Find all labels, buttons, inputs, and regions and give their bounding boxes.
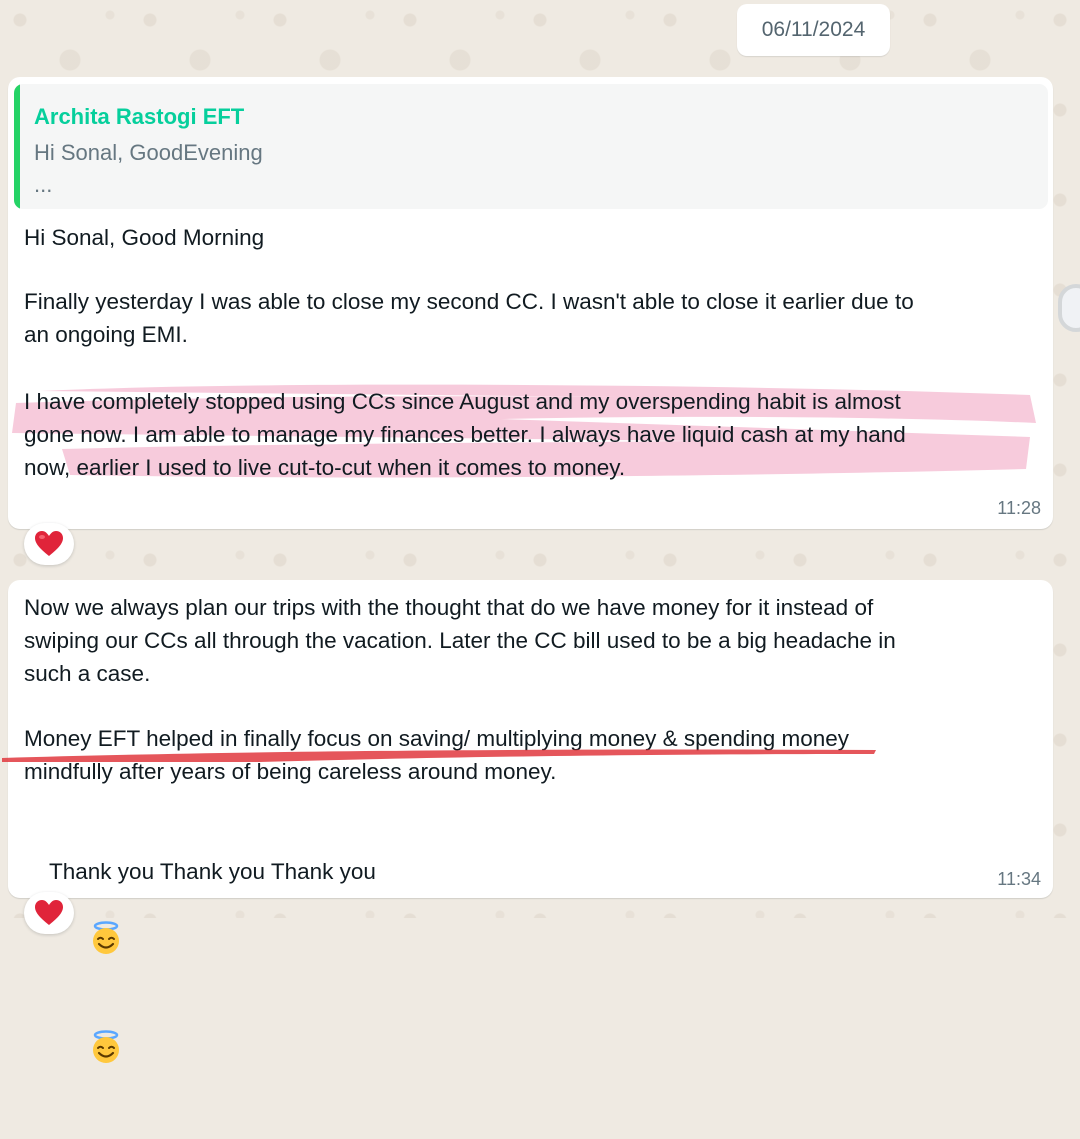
message-paragraph: Now we always plan our trips with the th… [24, 595, 896, 686]
message-timestamp: 11:34 [997, 869, 1041, 889]
date-separator: 06/11/2024 [737, 4, 890, 56]
quote-text: Hi Sonal, GoodEvening [34, 140, 263, 165]
quoted-reply[interactable]: Archita Rastogi EFT Hi Sonal, GoodEvenin… [14, 84, 1048, 209]
message-bubble[interactable]: Archita Rastogi EFT Hi Sonal, GoodEvenin… [8, 77, 1053, 529]
message-paragraph: Thank you Thank you Thank you [24, 822, 1039, 1139]
heart-icon [35, 531, 63, 556]
quote-accent-bar [14, 84, 20, 209]
message-bubble[interactable]: Now we always plan our trips with the th… [2, 580, 1053, 1063]
message-paragraph: Money EFT helped in finally focus on sav… [24, 726, 850, 784]
message-paragraph: Hi Sonal, Good Morning [24, 225, 265, 250]
message-timestamp: 11:28 [997, 498, 1041, 518]
heart-icon [35, 900, 63, 925]
scroll-handle[interactable] [1058, 284, 1080, 332]
quote-ellipsis: ... [34, 172, 53, 197]
angel-emoji-icon [51, 997, 123, 1106]
heart-reaction[interactable] [24, 892, 74, 934]
message-paragraph: I have completely stopped using CCs sinc… [24, 389, 906, 480]
thank-you-text: Thank you Thank you Thank you [49, 859, 376, 884]
message-paragraph: Finally yesterday I was able to close my… [24, 289, 914, 347]
heart-reaction[interactable] [24, 523, 74, 565]
quote-author: Archita Rastogi EFT [34, 104, 245, 129]
